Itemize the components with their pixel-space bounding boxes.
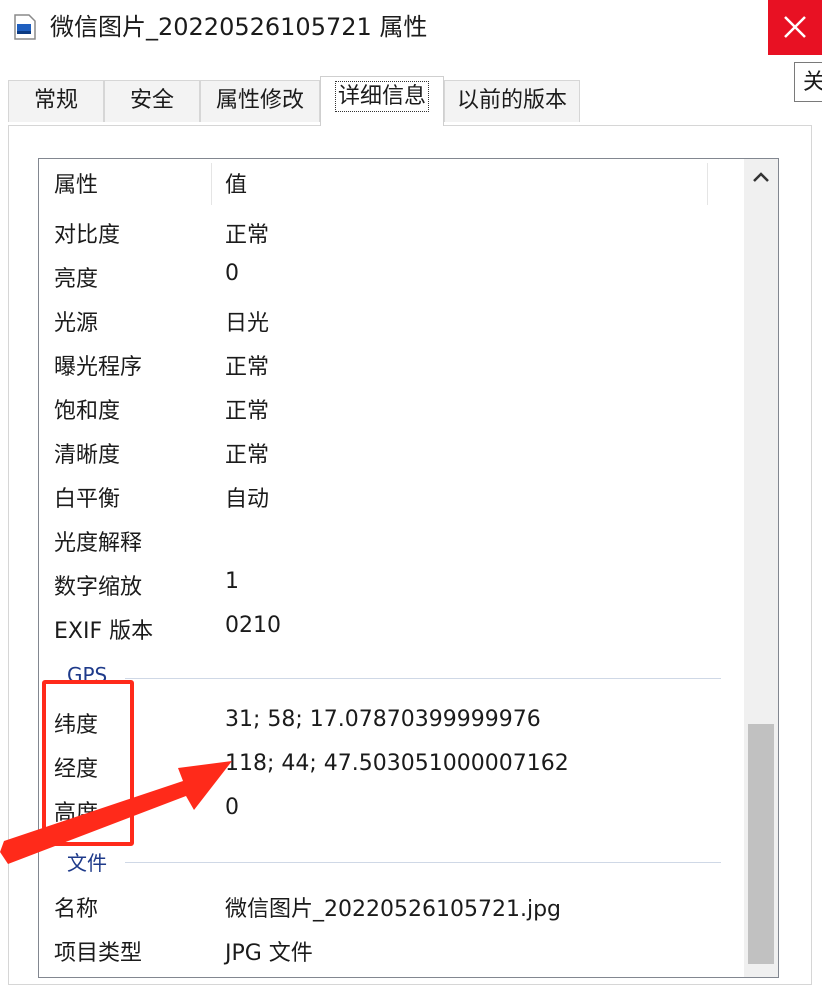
tab-label: 详细信息 [334, 81, 430, 112]
tab-details[interactable]: 详细信息 [320, 76, 444, 126]
annotation-arrow-icon [0, 761, 232, 864]
